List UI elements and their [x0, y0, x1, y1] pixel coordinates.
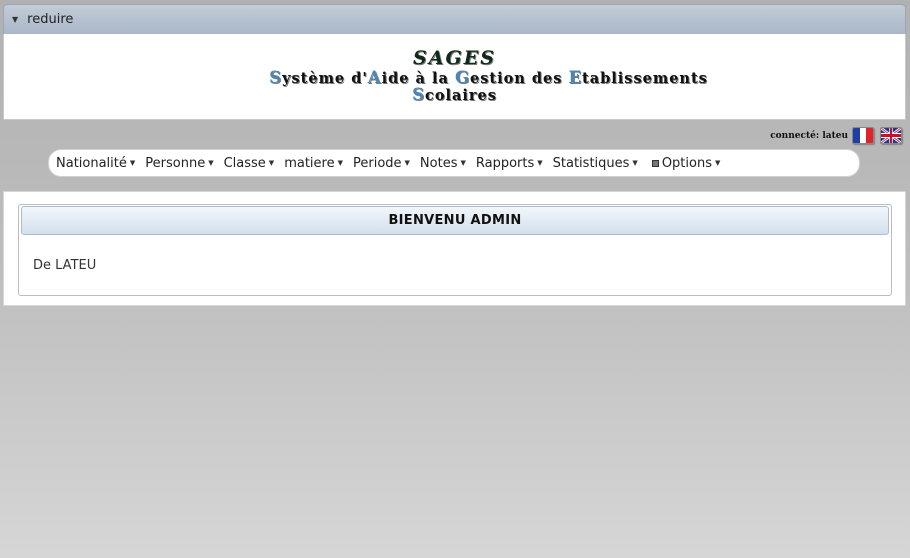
options-icon	[651, 159, 659, 167]
dropdown-arrow-icon: ▼	[632, 159, 638, 167]
main-content: BIENVENU ADMIN De LATEU	[3, 191, 906, 306]
menu-personne[interactable]: Personne ▼	[145, 156, 213, 171]
uk-flag-icon[interactable]	[880, 127, 902, 144]
menu-statistiques[interactable]: Statistiques ▼	[553, 156, 638, 171]
collapse-toggle-bar[interactable]: ▼ reduire	[3, 4, 906, 34]
dropdown-arrow-icon: ▼	[337, 159, 343, 167]
menu-periode[interactable]: Periode ▼	[353, 156, 410, 171]
dropdown-arrow-icon: ▼	[537, 159, 543, 167]
main-menu: Nationalité ▼ Personne ▼ Classe ▼ matiere ▼ …	[48, 149, 860, 177]
menu-matiere[interactable]: matiere ▼	[284, 156, 343, 171]
dropdown-arrow-icon: ▼	[268, 159, 275, 167]
menu-options[interactable]: Options ▼	[648, 156, 721, 171]
app-title: SAGES	[413, 47, 496, 69]
dropdown-arrow-icon: ▼	[714, 159, 721, 167]
dropdown-arrow-icon: ▼	[460, 159, 466, 167]
dropdown-arrow-icon: ▼	[208, 159, 214, 167]
app-subtitle-line2: Scolaires	[412, 85, 497, 104]
connected-user-label: connecté: lateu	[770, 131, 848, 141]
app-subtitle-line1: Système d'Aide à la Gestion des Etabliss…	[269, 68, 708, 87]
french-flag-icon[interactable]	[852, 127, 874, 144]
dropdown-arrow-icon: ▼	[404, 159, 410, 167]
menu-nationalite[interactable]: Nationalité ▼	[56, 156, 135, 171]
welcome-message: De LATEU	[33, 258, 97, 273]
menu-classe[interactable]: Classe ▼	[224, 156, 275, 171]
menu-notes[interactable]: Notes ▼	[420, 156, 466, 171]
app-banner: SAGES Système d'Aide à la Gestion des Et…	[3, 34, 906, 120]
dropdown-arrow-icon: ▼	[129, 159, 136, 167]
caret-down-icon: ▼	[12, 15, 19, 24]
banner-logo-text: SAGES Système d'Aide à la Gestion des Et…	[4, 47, 905, 103]
welcome-panel: BIENVENU ADMIN De LATEU	[18, 204, 892, 296]
welcome-heading: BIENVENU ADMIN	[21, 206, 889, 235]
collapse-label[interactable]: reduire	[27, 12, 73, 27]
menu-rapports[interactable]: Rapports ▼	[476, 156, 543, 171]
